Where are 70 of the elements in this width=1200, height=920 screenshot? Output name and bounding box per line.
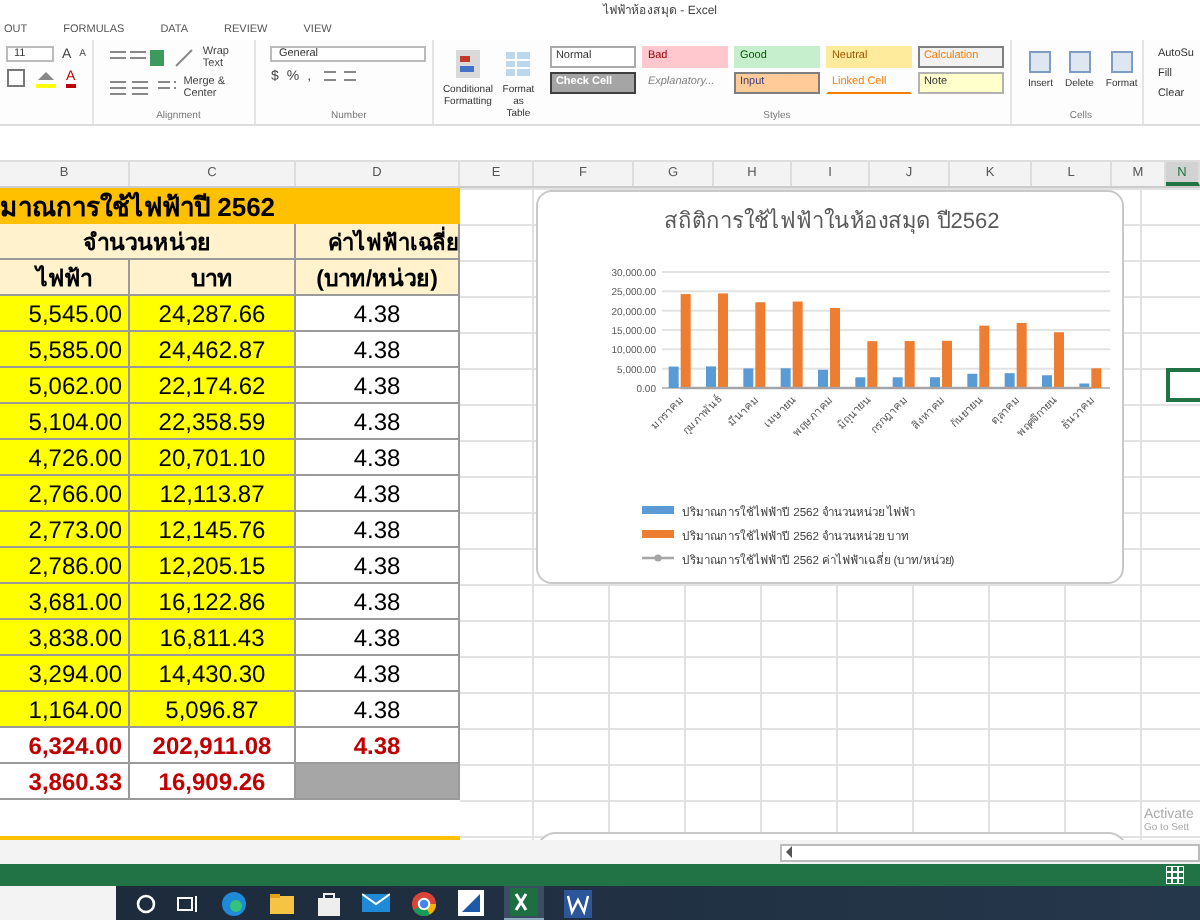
cells-icon <box>1067 50 1092 74</box>
table-cell: 16,811.43 <box>130 620 296 656</box>
table-cell: 4.38 <box>296 584 460 620</box>
cells-icon <box>1109 50 1134 74</box>
chrome-browser-icon[interactable] <box>410 889 438 917</box>
table-cell: 3,681.00 <box>0 584 130 620</box>
align-lines-icon[interactable] <box>108 78 176 98</box>
table-cell: 2,786.00 <box>0 548 130 584</box>
border-icon[interactable] <box>6 68 26 88</box>
table-title: มาณการใช้ไฟฟ้าปี 2562 <box>0 188 460 224</box>
table-cell: 4.38 <box>296 296 460 332</box>
table-cell: 16,122.86 <box>130 584 296 620</box>
table-cell: 3,838.00 <box>0 620 130 656</box>
table-cell: 5,545.00 <box>0 296 130 332</box>
table-cell: 5,104.00 <box>0 404 130 440</box>
table-cell: 2,766.00 <box>0 476 130 512</box>
table-cell: 4.38 <box>296 368 460 404</box>
table-cell: 4.38 <box>296 692 460 728</box>
fill-color-icon[interactable] <box>34 68 58 88</box>
average-cell: 3,860.33 <box>0 764 130 800</box>
table-cell: 4.38 <box>296 332 460 368</box>
table-cell: 4.38 <box>296 476 460 512</box>
table-cell: 3,294.00 <box>0 656 130 692</box>
table-header: (บาท/หน่วย) <box>296 260 460 296</box>
table-cell: 12,145.76 <box>130 512 296 548</box>
table-cell: 5,096.87 <box>130 692 296 728</box>
table-header: ค่าไฟฟ้าเฉลี่ย <box>296 224 460 260</box>
task-view-icon[interactable] <box>176 893 200 913</box>
table-header: บาท <box>130 260 296 296</box>
edge-browser-icon[interactable] <box>220 889 248 917</box>
table-cell: 12,205.15 <box>130 548 296 584</box>
table-cell: 4.38 <box>296 620 460 656</box>
excel-taskbar-button[interactable] <box>504 886 544 920</box>
cells-icon <box>1028 50 1053 74</box>
chart-title: สถิติการใช้ไฟฟ้าในห้องสมุด ปี2562 <box>664 210 1000 234</box>
total-cell: 6,324.00 <box>0 728 130 764</box>
text-angle-icon[interactable] <box>172 48 195 68</box>
table-cell: 4.38 <box>296 656 460 692</box>
table-cell: 14,430.30 <box>130 656 296 692</box>
scroll-left-icon[interactable] <box>784 846 796 858</box>
table-icon <box>502 48 535 80</box>
normal-view-icon[interactable] <box>1166 866 1184 884</box>
horizontal-scrollbar[interactable] <box>780 843 1200 861</box>
table-header: จำนวนหน่วย <box>0 224 296 260</box>
word-app-icon[interactable] <box>564 889 592 917</box>
table-cell: 24,462.87 <box>130 332 296 368</box>
shopping-bag-icon[interactable] <box>316 890 342 916</box>
table-cell: 20,701.10 <box>130 440 296 476</box>
legend-swatch <box>642 506 674 514</box>
table-cell: 1,164.00 <box>0 692 130 728</box>
table-cell: 24,287.66 <box>130 296 296 332</box>
table-cell: 5,062.00 <box>0 368 130 404</box>
table-cell: 4.38 <box>296 404 460 440</box>
table-cell: 22,358.59 <box>130 404 296 440</box>
conditional-formatting-icon <box>451 48 484 80</box>
table-cell: 22,174.62 <box>130 368 296 404</box>
table-cell: 5,585.00 <box>0 332 130 368</box>
total-cell: 202,911.08 <box>130 728 296 764</box>
table-cell: 12,113.87 <box>130 476 296 512</box>
table-cell: 4.38 <box>296 548 460 584</box>
folder-icon[interactable] <box>268 891 296 915</box>
table-header: ไฟฟ้า <box>0 260 130 296</box>
circle-icon[interactable] <box>136 893 156 913</box>
table-cell: 4.38 <box>296 440 460 476</box>
table-cell: 2,773.00 <box>0 512 130 548</box>
table-cell: 4.38 <box>296 512 460 548</box>
legend-line-marker <box>642 554 674 562</box>
legend-swatch <box>642 530 674 538</box>
table-cell: 4,726.00 <box>0 440 130 476</box>
mail-icon[interactable] <box>362 892 390 914</box>
